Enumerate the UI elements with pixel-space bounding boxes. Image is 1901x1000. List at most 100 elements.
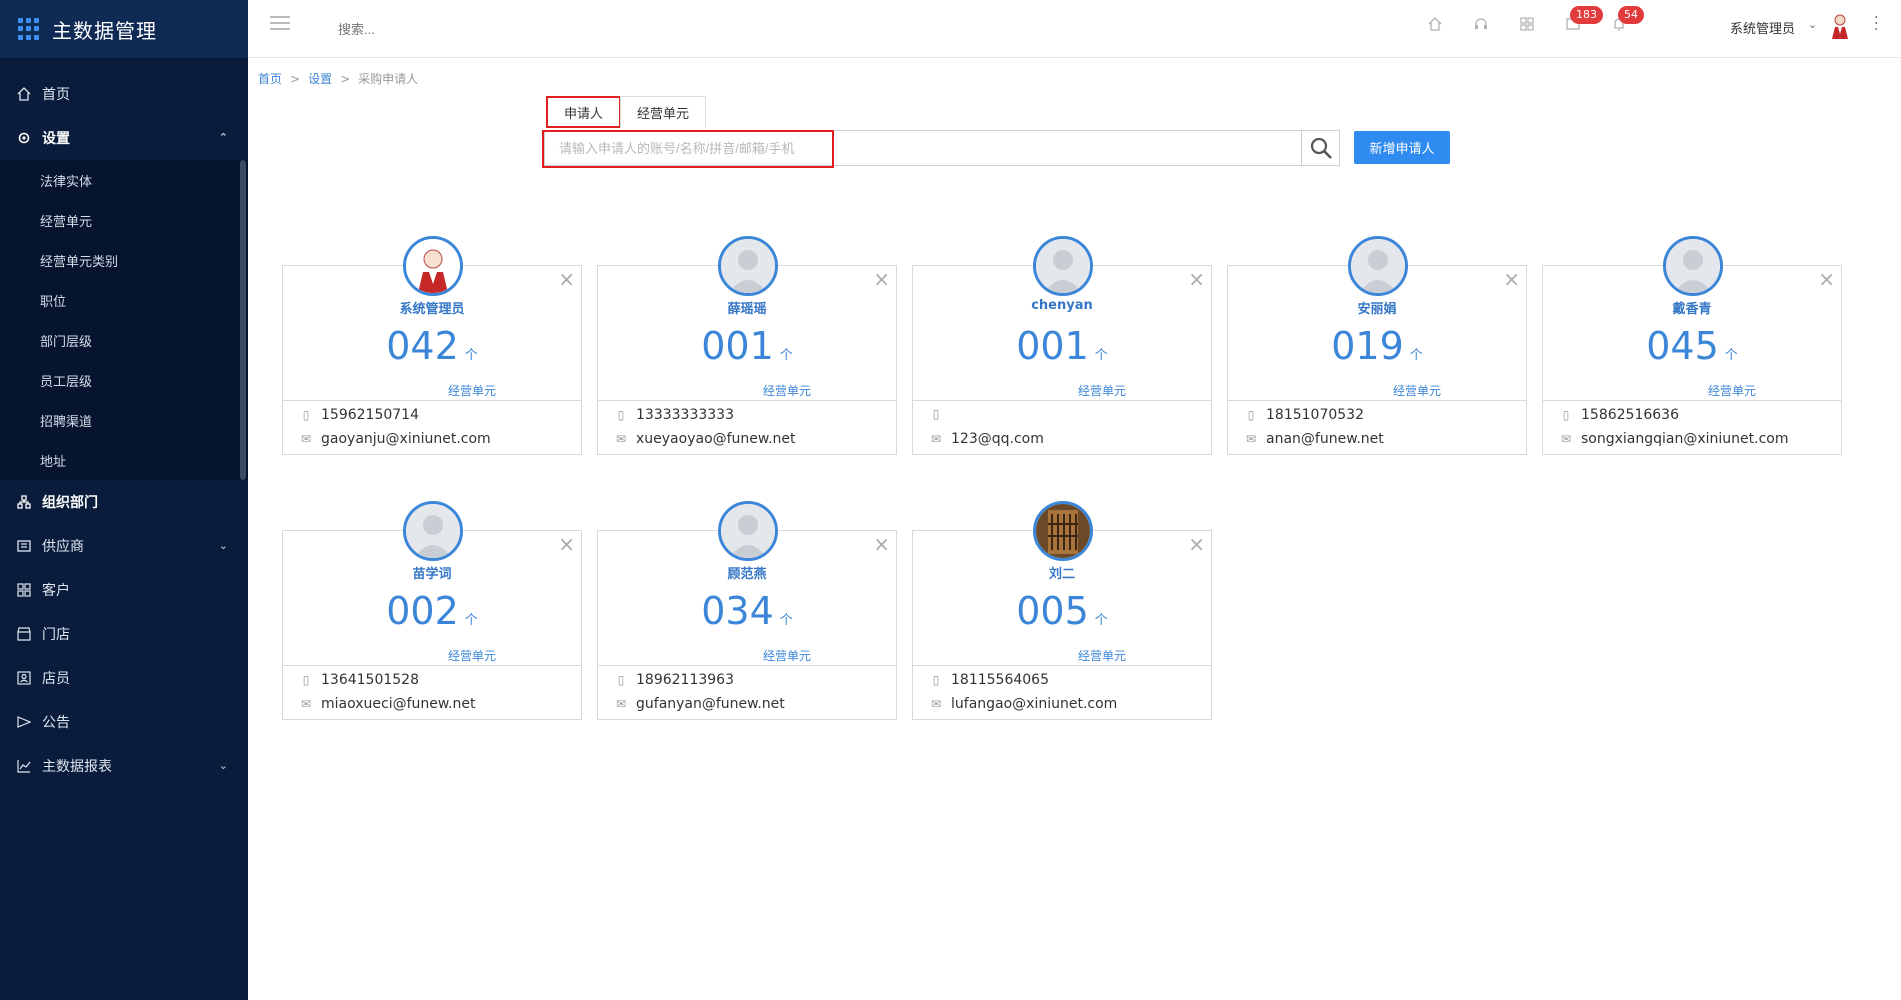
close-icon[interactable]: × [873, 268, 890, 290]
sidebar-item-report[interactable]: 主数据报表 ⌄ [0, 744, 248, 788]
applicant-card[interactable]: × 刘二 005 个 经营单元 ▯ 18115564065 ✉ lufangao@xi… [912, 501, 1212, 720]
global-search-input[interactable] [338, 18, 538, 40]
email-row: ✉ gufanyan@funew.net [614, 696, 785, 712]
store-icon [16, 626, 32, 642]
user-name[interactable]: 系统管理员 [1730, 18, 1795, 37]
close-icon[interactable]: × [1818, 268, 1835, 290]
sidebar-nav: 首页 设置 ⌃ 法律实体 经营单元 经营单元类别 职位 部门层级 员工层级 招聘… [0, 58, 248, 788]
submenu-item-employee-level[interactable]: 员工层级 [0, 360, 248, 400]
message-badge: 183 [1570, 6, 1603, 24]
sidebar-item-org[interactable]: 组织部门 [0, 480, 248, 524]
add-applicant-button[interactable]: 新增申请人 [1354, 131, 1450, 164]
email-row: ✉ xueyaoyao@funew.net [614, 431, 796, 447]
close-icon[interactable]: × [1188, 268, 1205, 290]
sidebar-item-label: 客户 [42, 583, 70, 599]
sidebar-item-label: 公告 [42, 715, 70, 731]
applicant-name: 薛瑶瑶 [727, 302, 767, 317]
applicant-card[interactable]: × 薛瑶瑶 001 个 经营单元 ▯ 13333333333 ✉ xueyaoyao@… [597, 236, 897, 455]
tab-business-unit[interactable]: 经营单元 [620, 96, 707, 128]
sidebar-item-label: 门店 [42, 627, 70, 643]
avatar [1033, 236, 1093, 296]
email-address: gufanyan@funew.net [636, 696, 785, 712]
sidebar-item-label: 设置 [42, 131, 70, 147]
unit-count: 019 个 [1228, 324, 1526, 368]
phone-row: ▯ [929, 407, 951, 421]
sidebar-item-customer[interactable]: 客户 [0, 568, 248, 612]
apps-grid-icon[interactable] [1516, 16, 1538, 38]
applicant-name: 安丽娟 [1357, 302, 1397, 317]
chevron-down-icon[interactable]: ⌄ [1808, 18, 1817, 31]
phone-row: ▯ 15862516636 [1559, 407, 1679, 423]
unit-count: 042 个 [283, 324, 581, 368]
unit-count-label: 经营单元 [448, 649, 497, 663]
mail-icon: ✉ [615, 432, 627, 446]
tab-bar: 申请人 经营单元 [546, 96, 707, 128]
tab-applicant[interactable]: 申请人 [546, 96, 622, 128]
applicant-search-input[interactable] [545, 131, 1301, 165]
sidebar-item-store[interactable]: 门店 [0, 612, 248, 656]
phone-row: ▯ 13333333333 [614, 407, 734, 423]
app-grid-icon[interactable] [18, 18, 40, 40]
submenu-item-legal-entity[interactable]: 法律实体 [0, 160, 248, 200]
close-icon[interactable]: × [558, 268, 575, 290]
close-icon[interactable]: × [1188, 533, 1205, 555]
applicant-card[interactable]: × chenyan 001 个 经营单元 ▯ ✉ 123@qq.com [912, 236, 1212, 455]
sidebar-scrollbar[interactable] [240, 160, 246, 480]
unit-count-value: 042 [386, 324, 459, 368]
user-avatar[interactable] [1828, 12, 1852, 40]
search-box [544, 130, 1340, 166]
applicant-card[interactable]: × 苗学词 002 个 经营单元 ▯ 13641501528 ✉ miaoxueci@… [282, 501, 582, 720]
sidebar-item-supplier[interactable]: 供应商 ⌄ [0, 524, 248, 568]
email-row: ✉ lufangao@xiniunet.com [929, 696, 1117, 712]
home-icon [16, 86, 32, 102]
applicant-card[interactable]: × 顾范燕 034 个 经营单元 ▯ 18962113963 ✉ gufanyan@f… [597, 501, 897, 720]
submenu-item-position[interactable]: 职位 [0, 280, 248, 320]
email-address: xueyaoyao@funew.net [636, 431, 796, 447]
breadcrumb-home-link[interactable]: 首页 [258, 72, 282, 86]
sidebar-item-home[interactable]: 首页 [0, 72, 248, 116]
submenu-item-recruit-channel[interactable]: 招聘渠道 [0, 400, 248, 440]
email-row: ✉ gaoyanju@xiniunet.com [299, 431, 491, 447]
bell-icon[interactable]: 54 [1608, 6, 1644, 38]
close-icon[interactable]: × [558, 533, 575, 555]
unit-count-label: 经营单元 [1078, 384, 1127, 398]
avatar [718, 236, 778, 296]
search-button[interactable] [1301, 131, 1339, 165]
email-row: ✉ songxiangqian@xiniunet.com [1559, 431, 1789, 447]
unit-count-unit: 个 [1724, 348, 1738, 363]
home-icon[interactable] [1424, 16, 1446, 38]
applicant-card[interactable]: × 戴香青 045 个 经营单元 ▯ 15862516636 ✉ songxiangq… [1542, 236, 1842, 455]
card-divider [598, 400, 896, 401]
unit-count-unit: 个 [779, 348, 793, 363]
avatar [1663, 236, 1723, 296]
sidebar-item-label: 供应商 [42, 539, 84, 555]
phone-icon: ▯ [302, 408, 310, 422]
phone-number: 15862516636 [1581, 407, 1679, 423]
mail-icon: ✉ [930, 432, 942, 446]
submenu-item-business-unit[interactable]: 经营单元 [0, 200, 248, 240]
unit-count: 034 个 [598, 589, 896, 633]
applicant-card[interactable]: × 安丽娟 019 个 经营单元 ▯ 18151070532 ✉ anan@funew… [1227, 236, 1527, 455]
close-icon[interactable]: × [1503, 268, 1520, 290]
gear-icon [16, 130, 32, 146]
message-icon[interactable]: 183 [1562, 6, 1603, 38]
more-vertical-icon[interactable]: · · · [1874, 11, 1880, 37]
submenu-item-department-level[interactable]: 部门层级 [0, 320, 248, 360]
phone-row: ▯ 18115564065 [929, 672, 1049, 688]
sidebar-item-announcement[interactable]: 公告 [0, 700, 248, 744]
sidebar-item-clerk[interactable]: 店员 [0, 656, 248, 700]
phone-number: 18962113963 [636, 672, 734, 688]
headset-icon[interactable] [1470, 16, 1492, 38]
menu-toggle-icon[interactable] [270, 16, 290, 32]
breadcrumb-settings-link[interactable]: 设置 [308, 72, 332, 86]
email-row: ✉ 123@qq.com [929, 431, 1044, 447]
sidebar-item-settings[interactable]: 设置 ⌃ [0, 116, 248, 160]
submenu-item-address[interactable]: 地址 [0, 440, 248, 480]
applicant-name: chenyan [1031, 298, 1093, 313]
submenu-item-business-unit-type[interactable]: 经营单元类别 [0, 240, 248, 280]
supplier-icon [16, 538, 32, 554]
close-icon[interactable]: × [873, 533, 890, 555]
chevron-up-icon: ⌃ [218, 131, 228, 144]
avatar [1348, 236, 1408, 296]
applicant-card[interactable]: × 系统管理员 042 个 经营单元 ▯ 15962150714 ✉ gaoyanju… [282, 236, 582, 455]
